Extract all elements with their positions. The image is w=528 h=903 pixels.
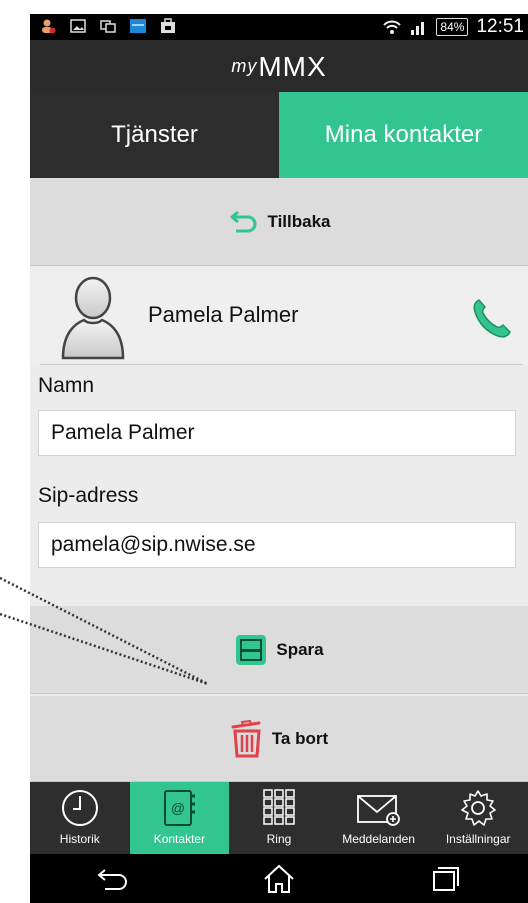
name-label: Namn: [38, 374, 95, 397]
bottom-nav: Historik @ Kontakter Ring Meddelanden In: [30, 782, 528, 854]
trash-icon: [231, 720, 261, 758]
notification-icons: [40, 18, 176, 34]
screen-icon: [100, 20, 116, 33]
system-nav-bar: [30, 854, 528, 903]
phone-icon[interactable]: [470, 296, 514, 340]
tab-services-label: Tjänster: [111, 121, 198, 148]
nav-history-label: Historik: [59, 832, 100, 846]
nav-contacts-label: Kontakter: [153, 832, 206, 846]
svg-text:@: @: [171, 800, 185, 816]
back-button-label: Tillbaka: [267, 212, 331, 231]
nav-settings[interactable]: Inställningar: [428, 782, 528, 854]
nav-contacts[interactable]: @ Kontakter: [129, 782, 230, 854]
app-header: myMMX: [30, 40, 528, 92]
dialpad-icon: [263, 789, 295, 825]
store-icon: [161, 18, 175, 33]
divider: [40, 364, 522, 365]
signal-icon: [411, 22, 425, 35]
app-logo: myMMX: [231, 51, 327, 82]
name-field[interactable]: [38, 410, 516, 456]
nav-messages[interactable]: Meddelanden: [329, 782, 429, 854]
gear-icon: [461, 790, 496, 826]
delete-button-label: Ta bort: [271, 729, 329, 748]
wifi-icon: [383, 20, 402, 34]
back-arrow-icon: [230, 210, 256, 233]
delete-button[interactable]: Ta bort: [30, 696, 528, 782]
tab-my-contacts[interactable]: Mina kontakter: [279, 92, 528, 178]
clock-icon: [61, 790, 98, 826]
save-button-label: Spara: [276, 640, 324, 659]
image-icon: [70, 19, 86, 33]
person-avatar-icon: [61, 276, 125, 360]
back-button[interactable]: Tillbaka: [30, 178, 528, 266]
recent-apps-icon[interactable]: [425, 864, 465, 894]
home-icon[interactable]: [259, 863, 299, 895]
status-right: 84% 12:51: [382, 16, 524, 38]
back-icon[interactable]: [93, 864, 133, 894]
save-button[interactable]: Spara: [30, 606, 528, 694]
sip-address-field[interactable]: [38, 522, 516, 568]
contact-header: Pamela Palmer: [30, 266, 528, 364]
envelope-icon: [356, 795, 400, 826]
nav-settings-label: Inställningar: [445, 832, 511, 846]
tab-bar: Tjänster Mina kontakter: [30, 92, 528, 178]
nav-history[interactable]: Historik: [30, 782, 130, 854]
contact-blocked-icon: [42, 19, 56, 34]
app-icon: [130, 19, 146, 33]
battery-indicator: 84%: [436, 18, 469, 36]
contacts-book-icon: @: [164, 790, 196, 826]
floppy-icon: [236, 635, 267, 665]
nav-dial-label: Ring: [266, 832, 292, 846]
clock-time: 12:51: [476, 16, 524, 37]
nav-messages-label: Meddelanden: [342, 832, 415, 846]
nav-dial[interactable]: Ring: [229, 782, 329, 854]
status-bar: 84% 12:51: [30, 14, 528, 40]
contact-name: Pamela Palmer: [148, 302, 299, 327]
tab-my-contacts-label: Mina kontakter: [324, 121, 483, 148]
sip-address-label: Sip-adress: [38, 484, 139, 507]
phone-screen: 84% 12:51 myMMX Tjänster Mina kontakter …: [30, 14, 528, 903]
tab-services[interactable]: Tjänster: [30, 92, 279, 178]
